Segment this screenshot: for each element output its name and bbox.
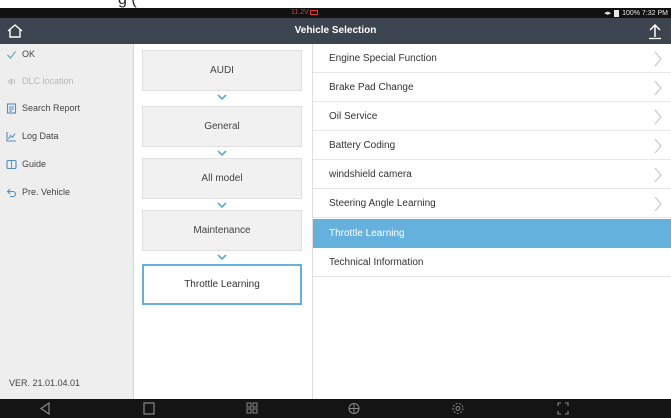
list-item[interactable]: Battery Coding [313,131,671,160]
chevron-right-icon [654,138,662,154]
chevron-down-icon [217,94,227,100]
cropped-text: g ( [118,0,137,8]
check-icon [7,50,17,59]
list-item[interactable]: Technical Information [313,248,671,277]
list-item[interactable]: Brake Pad Change [313,73,671,102]
sidebar-item-label: Log Data [22,131,59,141]
grid-icon[interactable] [245,401,259,416]
list-item[interactable]: Oil Service [313,102,671,131]
chevron-down-icon [217,150,227,156]
chevron-down-icon [217,254,227,260]
version-label: VER. 21.01.04.01 [9,378,81,388]
navigation-bar [0,399,671,418]
status-bar: 11.2V ◂▸ 100% 7:32 PM [0,8,671,18]
page-title: Vehicle Selection [294,25,377,36]
chevron-right-icon [654,80,662,96]
battery-icon [614,9,620,17]
back-icon[interactable] [38,401,52,416]
list-item[interactable]: Steering Angle Learning [313,189,671,218]
return-icon [6,188,17,197]
globe-icon[interactable] [347,401,361,416]
list-item-label: Technical Information [329,256,424,268]
dlc-icon [7,77,16,85]
sidebar-item-pre-vehicle[interactable]: Pre. Vehicle [6,184,70,200]
breadcrumb-item-make[interactable]: AUDI [142,50,302,91]
voltage-readout: 11.2V [291,9,318,16]
chevron-right-icon [654,167,662,183]
sidebar-item-log-data[interactable]: Log Data [6,128,59,144]
list-item[interactable]: windshield camera [313,160,671,189]
list-item-label: Oil Service [329,110,378,122]
list-item-selected[interactable]: Throttle Learning [313,219,671,248]
list-item-label: Brake Pad Change [329,81,414,93]
breadcrumb-item-model[interactable]: All model [142,158,302,199]
sidebar-item-guide[interactable]: Guide [6,156,46,172]
sidebar-item-label: Pre. Vehicle [22,187,71,197]
title-bar: Vehicle Selection [0,18,671,44]
sidebar-item-search-report[interactable]: Search Report [6,100,80,116]
list-item-label: windshield camera [329,168,412,180]
list-item[interactable]: Engine Special Function [313,44,671,73]
sidebar: OK DLC location Search Report Log Data G… [0,44,134,399]
settings-gear-icon[interactable] [451,401,465,416]
cropped-top-strip: g ( [0,0,671,8]
guide-icon [6,159,17,169]
status-right: ◂▸ 100% 7:32 PM [604,9,668,17]
sidebar-item-ok[interactable]: OK [6,46,35,62]
sidebar-item-label: Guide [22,159,47,169]
wifi-icon: ◂▸ [604,10,612,17]
sidebar-item-label: Search Report [22,103,81,113]
sidebar-item-dlc-location: DLC location [6,73,74,89]
list-item-label: Engine Special Function [329,52,437,64]
recent-apps-icon[interactable] [142,401,156,416]
breadcrumb-item-general[interactable]: General [142,106,302,147]
log-data-icon [6,131,16,142]
battery-time-text: 100% 7:32 PM [622,10,668,17]
screenshot-icon[interactable] [556,401,570,416]
chevron-down-icon [217,202,227,208]
breadcrumb-item-maintenance[interactable]: Maintenance [142,210,302,251]
upload-icon[interactable] [647,22,663,40]
report-icon [6,102,17,114]
list-item-label: Battery Coding [329,139,396,151]
chevron-right-icon [654,109,662,125]
sidebar-item-label: DLC location [22,76,74,86]
vehicle-battery-icon [309,9,318,15]
list-item-label: Steering Angle Learning [329,197,436,209]
sidebar-item-label: OK [22,49,36,59]
function-list: Engine Special Function Brake Pad Change… [313,44,671,399]
chevron-right-icon [654,196,662,212]
breadcrumb-item-current[interactable]: Throttle Learning [142,264,302,305]
list-item-label: Throttle Learning [329,227,405,239]
breadcrumb: AUDI General All model Maintenance Throt… [134,44,312,399]
chevron-right-icon [654,51,662,67]
